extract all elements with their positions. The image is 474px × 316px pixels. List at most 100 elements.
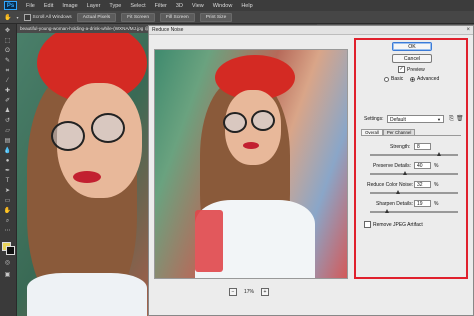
advanced-radio[interactable]: Advanced <box>410 76 439 82</box>
zoom-level: 17% <box>244 289 255 295</box>
settings-panel: OK Cancel ✓ Preview Basic Advanced Setti… <box>354 38 468 279</box>
reduce-color-noise-slider-thumb[interactable] <box>396 190 401 194</box>
strength-input[interactable]: 8 <box>414 143 431 150</box>
preserve-details-slider-thumb[interactable] <box>402 171 407 175</box>
eraser-tool-icon[interactable]: ▱ <box>3 128 12 135</box>
menu-type[interactable]: Type <box>109 3 121 9</box>
hand-tool-icon[interactable]: ✋ <box>4 14 11 21</box>
path-selection-tool-icon[interactable]: ➤ <box>3 188 12 195</box>
menu-file[interactable]: File <box>26 3 35 9</box>
options-bar: ✋ ▾ Scroll All Windows Actual Pixels Fit… <box>0 11 474 24</box>
gradient-tool-icon[interactable]: ▤ <box>3 138 12 145</box>
sharpen-details-unit: % <box>434 201 439 207</box>
cancel-button[interactable]: Cancel <box>392 54 432 63</box>
zoom-controls: − 17% + <box>229 288 270 296</box>
zoom-in-button[interactable]: + <box>261 288 270 296</box>
more-tools-icon[interactable]: ⋯ <box>3 228 12 235</box>
scroll-all-windows-checkbox[interactable]: Scroll All Windows <box>23 13 72 21</box>
photo-glasses-lens-right <box>91 113 125 143</box>
reduce-color-noise-label: Reduce Color Noise: <box>367 182 414 188</box>
preview-checkbox[interactable]: ✓ Preview <box>398 66 425 73</box>
history-brush-tool-icon[interactable]: ↺ <box>3 118 12 125</box>
basic-radio[interactable]: Basic <box>384 76 403 82</box>
menu-help[interactable]: Help <box>241 3 252 9</box>
delete-settings-icon[interactable]: 🗑 <box>456 115 464 123</box>
strength-slider-track[interactable] <box>370 152 458 156</box>
menu-filter[interactable]: Filter <box>155 3 167 9</box>
sharpen-details-slider-track[interactable] <box>370 209 458 213</box>
advanced-label: Advanced <box>417 76 440 82</box>
marquee-tool-icon[interactable]: ⬚ <box>3 38 12 45</box>
reduce-noise-dialog: Reduce Noise × − 17% + OK Cancel ✓ Previ… <box>148 25 474 316</box>
preserve-details-label: Preserve Details: <box>373 163 412 169</box>
zoom-tool-icon[interactable]: ⌕ <box>3 218 12 225</box>
sharpen-details-slider-thumb[interactable] <box>384 209 389 213</box>
sharpen-details-input[interactable]: 19 <box>414 200 431 207</box>
photo-lips <box>73 171 101 183</box>
menu-window[interactable]: Window <box>213 3 233 9</box>
strength-slider-thumb[interactable] <box>437 152 442 156</box>
eyedropper-tool-icon[interactable]: ⁄ <box>3 78 12 85</box>
preview-label: Preview <box>407 66 425 73</box>
reduce-color-noise-unit: % <box>434 182 439 188</box>
sharpen-details-label: Sharpen Details: <box>376 201 413 207</box>
chevron-down-icon: ▼ <box>437 117 441 122</box>
close-icon[interactable]: × <box>466 26 470 35</box>
preserve-details-slider-track[interactable] <box>370 171 458 175</box>
hand-tool-icon[interactable]: ✋ <box>3 208 12 215</box>
dropdown-chevron-icon[interactable]: ▾ <box>16 15 18 20</box>
preview-image[interactable] <box>154 49 348 279</box>
settings-select[interactable]: Default ▼ <box>387 115 444 123</box>
preview-glasses-lens-left <box>223 112 247 133</box>
checkbox-box[interactable] <box>23 13 31 21</box>
settings-label: Settings: <box>364 116 384 122</box>
menu-edit[interactable]: Edit <box>44 3 53 9</box>
quick-select-tool-icon[interactable]: ✎ <box>3 58 12 65</box>
remove-jpeg-artifact-checkbox[interactable]: Remove JPEG Artifact <box>364 221 423 228</box>
strength-label: Strength: <box>390 144 411 150</box>
fill-screen-button[interactable]: Fill Screen <box>160 12 195 22</box>
preserve-details-input[interactable]: 40 <box>414 162 431 169</box>
tools-panel: ✥ ⬚ ʘ ✎ ⌗ ⁄ ✚ ✐ ♟ ↺ ▱ ▤ 💧 ● ✒ T ➤ ▭ ✋ ⌕ … <box>0 24 17 316</box>
brush-tool-icon[interactable]: ✐ <box>3 98 12 105</box>
menu-image[interactable]: Image <box>62 3 77 9</box>
ok-button[interactable]: OK <box>392 42 432 51</box>
clone-stamp-tool-icon[interactable]: ♟ <box>3 108 12 115</box>
print-size-button[interactable]: Print Size <box>199 12 233 22</box>
remove-jpeg-checkbox-box[interactable] <box>364 221 371 228</box>
menu-select[interactable]: Select <box>130 3 145 9</box>
preserve-details-unit: % <box>434 163 439 169</box>
tab-divider <box>361 135 461 136</box>
dodge-tool-icon[interactable]: ● <box>3 158 12 165</box>
screen-mode-icon[interactable]: ▣ <box>3 272 12 279</box>
preview-checkbox-box[interactable]: ✓ <box>398 66 405 73</box>
menu-view[interactable]: View <box>192 3 204 9</box>
lasso-tool-icon[interactable]: ʘ <box>3 48 12 55</box>
pen-tool-icon[interactable]: ✒ <box>3 168 12 175</box>
scroll-all-windows-label: Scroll All Windows <box>32 14 72 20</box>
type-tool-icon[interactable]: T <box>3 178 12 185</box>
reduce-color-noise-slider-track[interactable] <box>370 190 458 194</box>
photo-top <box>27 273 147 316</box>
blur-tool-icon[interactable]: 💧 <box>3 148 12 155</box>
advanced-radio-button[interactable] <box>410 76 415 82</box>
rectangle-tool-icon[interactable]: ▭ <box>3 198 12 205</box>
settings-value: Default <box>390 117 406 123</box>
menu-3d[interactable]: 3D <box>176 3 183 9</box>
basic-radio-button[interactable] <box>384 76 389 82</box>
preview-glasses-lens-right <box>251 110 275 131</box>
background-color-swatch[interactable] <box>6 246 15 255</box>
menu-layer[interactable]: Layer <box>87 3 101 9</box>
move-tool-icon[interactable]: ✥ <box>3 28 12 35</box>
zoom-out-button[interactable]: − <box>229 288 237 296</box>
crop-tool-icon[interactable]: ⌗ <box>3 68 12 75</box>
healing-brush-tool-icon[interactable]: ✚ <box>3 88 12 95</box>
menu-bar: Ps File Edit Image Layer Type Select Fil… <box>0 0 474 11</box>
actual-pixels-button[interactable]: Actual Pixels <box>76 12 117 22</box>
fit-screen-button[interactable]: Fit Screen <box>121 12 156 22</box>
save-settings-icon[interactable]: ⎘ <box>448 115 455 123</box>
reduce-color-noise-input[interactable]: 32 <box>414 181 431 188</box>
quick-mask-icon[interactable]: ◎ <box>3 260 12 267</box>
dialog-title: Reduce Noise <box>149 26 473 35</box>
photo-glasses-lens-left <box>51 121 85 151</box>
